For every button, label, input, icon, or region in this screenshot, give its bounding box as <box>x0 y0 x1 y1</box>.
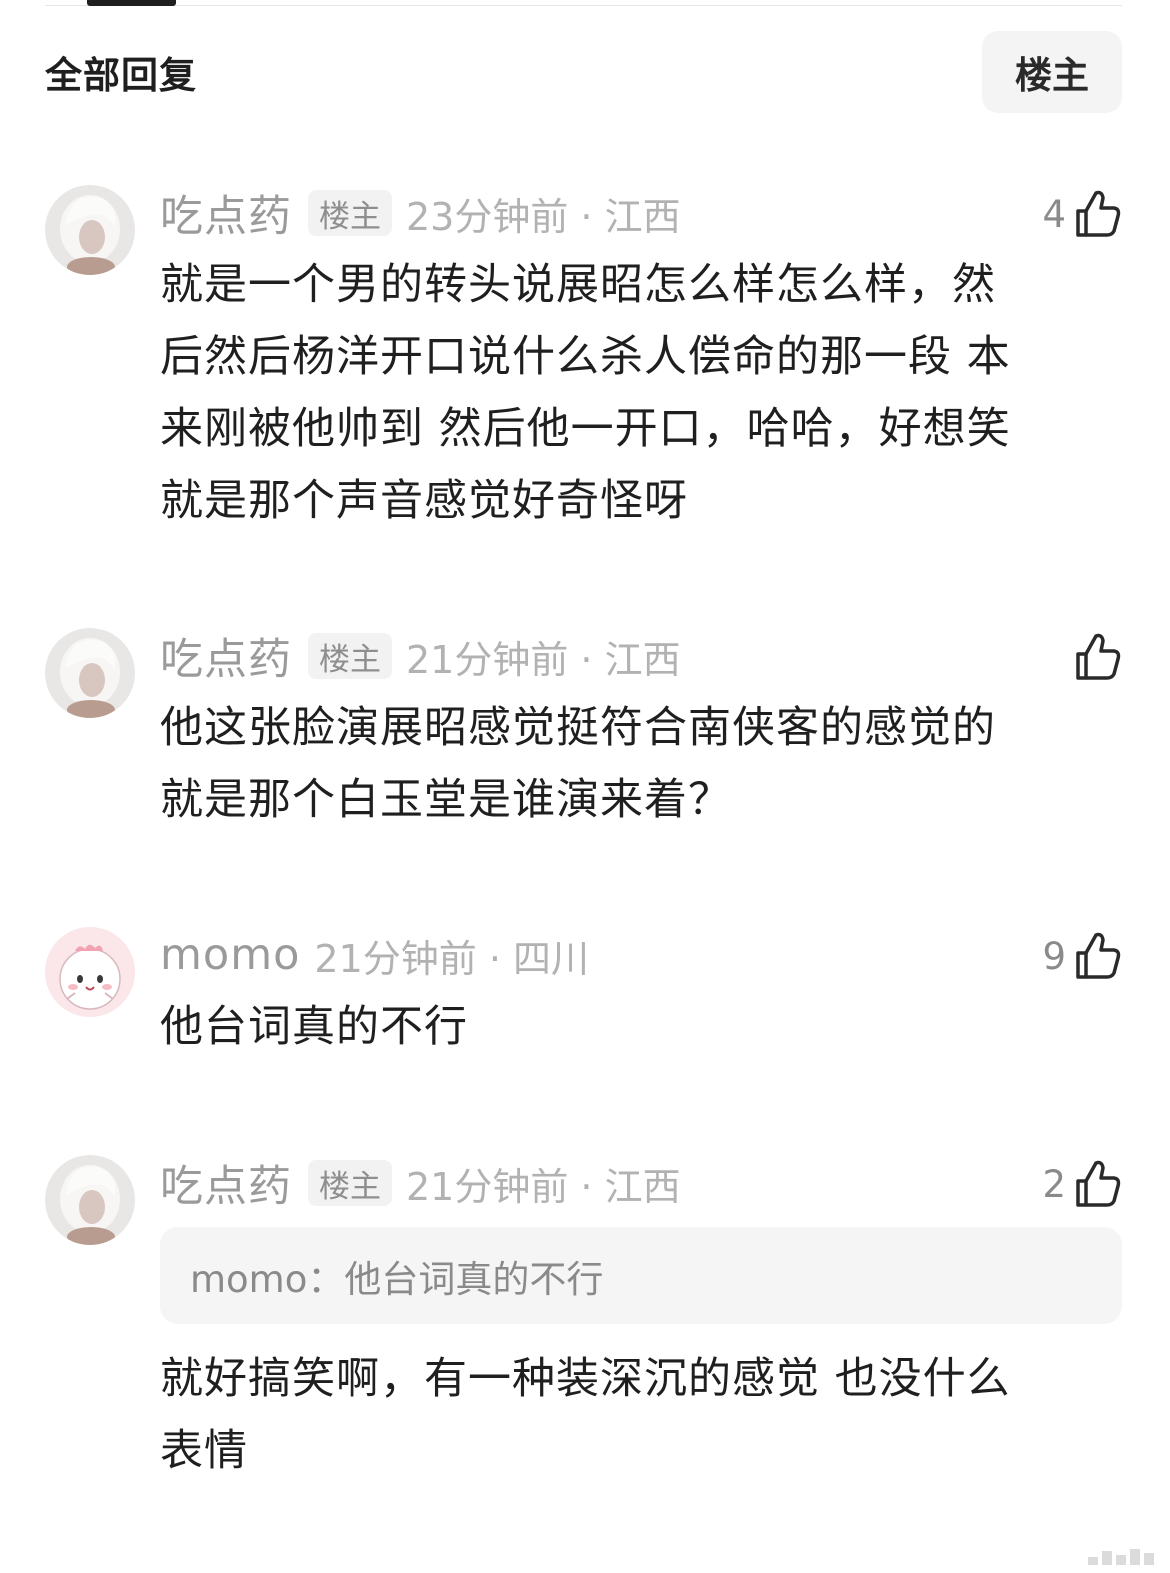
like-count: 2 <box>1042 1162 1066 1206</box>
thumbs-up-icon <box>1076 1160 1121 1207</box>
timestamp-location: 23分钟前 · 江西 <box>406 194 681 239</box>
comment-item: 吃点药 楼主 21分钟前 · 江西 2 momo： 他台词真的不行 就好搞笑啊，… <box>45 1155 1122 1485</box>
quoted-reply[interactable]: momo： 他台词真的不行 <box>160 1227 1122 1324</box>
thumbs-up-icon <box>1076 633 1121 680</box>
timestamp-location: 21分钟前 · 江西 <box>406 1164 681 1209</box>
comment-line: 就好搞笑啊，有一种装深沉的感觉 也没什么 <box>160 1354 1011 1404</box>
quoted-username: momo： <box>190 1257 345 1301</box>
avatar[interactable] <box>45 927 135 1017</box>
avatar[interactable] <box>45 1155 135 1245</box>
all-replies-title: 全部回复 <box>45 54 197 97</box>
like-count: 4 <box>1042 192 1066 236</box>
watermark <box>1088 1547 1154 1565</box>
replies-header: 全部回复 楼主 <box>45 30 1122 114</box>
username[interactable]: 吃点药 <box>160 182 292 244</box>
comment-meta: momo 21分钟前 · 四川 <box>160 927 589 983</box>
comment-line: 他台词真的不行 <box>160 1002 468 1052</box>
comment-line: 表情 <box>160 1426 248 1476</box>
comment-line: 就是一个男的转头说展昭怎么样怎么样，然 <box>160 260 996 310</box>
like-button[interactable] <box>1066 630 1122 684</box>
comment-item: momo 21分钟前 · 四川 9 他台词真的不行 <box>45 927 1122 1067</box>
comment-item: 吃点药 楼主 23分钟前 · 江西 4 就是一个男的转头说展昭怎么样怎么样，然 … <box>45 185 1122 545</box>
quoted-text: 他台词真的不行 <box>344 1257 604 1301</box>
comment-meta: 吃点药 楼主 23分钟前 · 江西 <box>160 182 681 244</box>
comment-meta: 吃点药 楼主 21分钟前 · 江西 <box>160 625 681 687</box>
avatar[interactable] <box>45 185 135 275</box>
top-divider <box>45 5 1122 6</box>
comment-line: 就是那个声音感觉好奇怪呀 <box>160 476 688 526</box>
comment-line: 来刚被他帅到 然后他一开口，哈哈，好想笑 <box>160 404 1011 454</box>
thumbs-up-icon <box>1076 932 1121 979</box>
comment-item: 吃点药 楼主 21分钟前 · 江西 他这张脸演展昭感觉挺符合南侠客的感觉的 就是… <box>45 628 1122 838</box>
comment-line: 后然后杨洋开口说什么杀人偿命的那一段 本 <box>160 332 1011 382</box>
comment-line: 就是那个白玉堂是谁演来着？ <box>160 775 732 825</box>
comment-content: 他台词真的不行 <box>160 991 1122 1063</box>
op-only-filter-button[interactable]: 楼主 <box>982 31 1122 113</box>
op-badge: 楼主 <box>308 190 392 236</box>
comment-content: 就是一个男的转头说展昭怎么样怎么样，然 后然后杨洋开口说什么杀人偿命的那一段 本… <box>160 249 1122 537</box>
like-button[interactable]: 4 <box>1042 187 1122 241</box>
comment-content: 就好搞笑啊，有一种装深沉的感觉 也没什么 表情 <box>160 1343 1122 1487</box>
username[interactable]: 吃点药 <box>160 1152 292 1214</box>
op-badge: 楼主 <box>308 1160 392 1206</box>
thumbs-up-icon <box>1076 190 1121 237</box>
comment-meta: 吃点药 楼主 21分钟前 · 江西 <box>160 1152 681 1214</box>
like-button[interactable]: 9 <box>1042 929 1122 983</box>
timestamp-location: 21分钟前 · 江西 <box>406 637 681 682</box>
timestamp-location: 21分钟前 · 四川 <box>314 936 589 981</box>
tab-indicator <box>87 0 176 6</box>
like-button[interactable]: 2 <box>1042 1157 1122 1211</box>
username[interactable]: 吃点药 <box>160 625 292 687</box>
comment-line: 他这张脸演展昭感觉挺符合南侠客的感觉的 <box>160 703 996 753</box>
op-badge: 楼主 <box>308 633 392 679</box>
like-count: 9 <box>1042 934 1066 978</box>
username[interactable]: momo <box>160 930 300 980</box>
avatar[interactable] <box>45 628 135 718</box>
comment-content: 他这张脸演展昭感觉挺符合南侠客的感觉的 就是那个白玉堂是谁演来着？ <box>160 692 1122 836</box>
